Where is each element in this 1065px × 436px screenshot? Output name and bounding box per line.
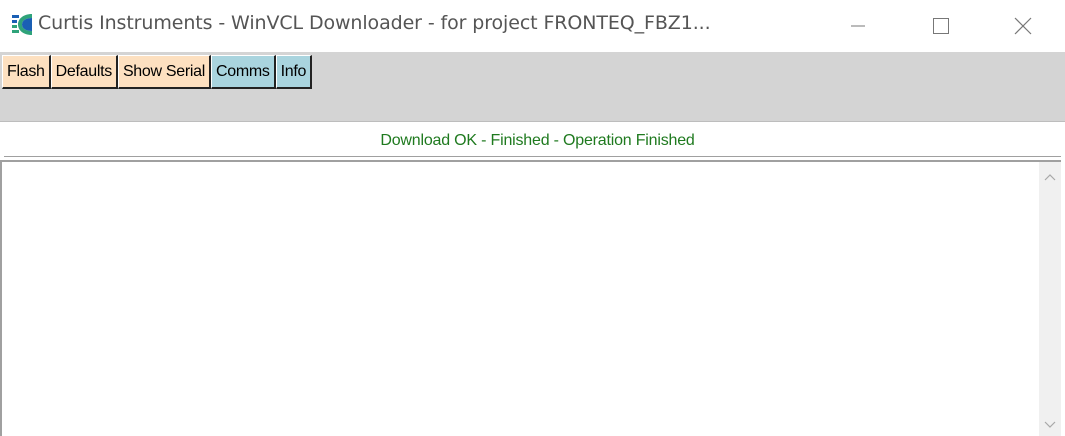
output-panel — [0, 160, 1061, 436]
chevron-up-icon — [1044, 174, 1056, 181]
status-message: Download OK - Finished - Operation Finis… — [380, 132, 695, 149]
output-textarea[interactable] — [2, 162, 1039, 436]
tab-defaults[interactable]: Defaults — [50, 55, 118, 89]
toolbar: Flash Defaults Show Serial Comms Info — [0, 52, 1065, 122]
minimize-button[interactable] — [835, 6, 881, 46]
scroll-up-button[interactable] — [1039, 166, 1061, 188]
maximize-icon — [933, 18, 949, 34]
window-title: Curtis Instruments - WinVCL Downloader -… — [38, 12, 711, 34]
title-bar[interactable]: Curtis Instruments - WinVCL Downloader -… — [0, 0, 1065, 52]
close-icon — [1014, 17, 1032, 35]
scroll-down-button[interactable] — [1039, 414, 1061, 436]
status-bar: Download OK - Finished - Operation Finis… — [4, 126, 1061, 157]
minimize-icon — [851, 25, 865, 27]
tab-show-serial[interactable]: Show Serial — [117, 55, 212, 89]
tab-comms[interactable]: Comms — [211, 55, 276, 89]
tab-info[interactable]: Info — [275, 55, 313, 89]
chevron-down-icon — [1044, 421, 1056, 428]
vertical-scrollbar[interactable] — [1039, 162, 1061, 436]
app-window: Curtis Instruments - WinVCL Downloader -… — [0, 0, 1065, 436]
curtis-logo-icon — [12, 13, 33, 36]
maximize-button[interactable] — [918, 6, 964, 46]
close-button[interactable] — [1000, 6, 1046, 46]
tab-flash[interactable]: Flash — [2, 55, 51, 89]
tab-bar: Flash Defaults Show Serial Comms Info — [2, 55, 313, 89]
